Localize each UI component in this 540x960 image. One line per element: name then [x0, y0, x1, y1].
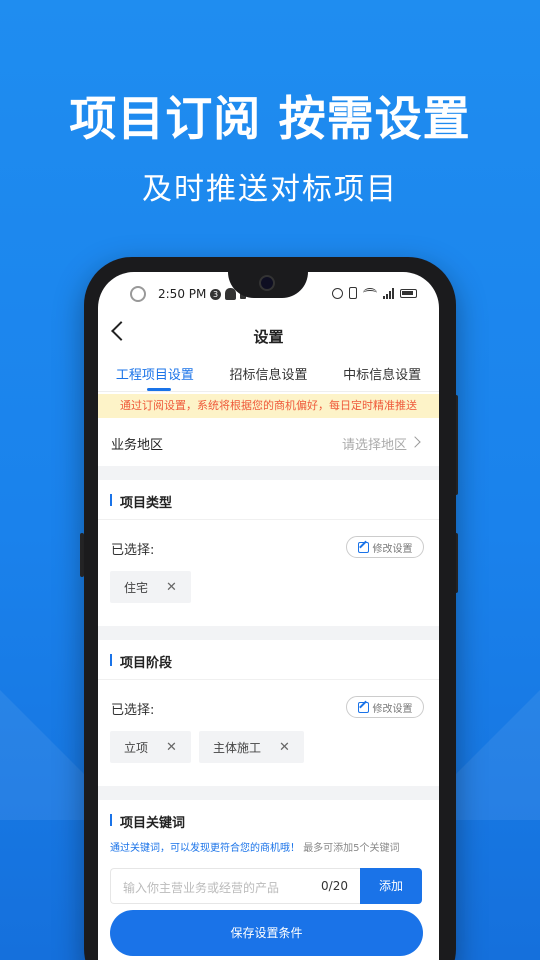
save-settings-button[interactable]: 保存设置条件 — [110, 910, 423, 956]
notification-badge: 3 — [210, 289, 221, 300]
chevron-right-icon — [409, 436, 421, 448]
section-accent-bar — [110, 494, 112, 506]
project-type-edit-button[interactable]: 修改设置 — [346, 536, 424, 558]
tab-award-settings[interactable]: 中标信息设置 — [325, 358, 439, 391]
keyword-counter: 0/20 — [321, 879, 348, 893]
project-type-chip[interactable]: 住宅 ✕ — [110, 571, 191, 603]
section-divider — [98, 786, 439, 800]
home-circle-icon — [130, 286, 146, 302]
project-stage-edit-button[interactable]: 修改设置 — [346, 696, 424, 718]
nav-bar: 设置 — [98, 316, 439, 356]
hero-title: 项目订阅 按需设置 — [69, 92, 471, 147]
tab-project-settings[interactable]: 工程项目设置 — [98, 358, 212, 391]
section-accent-bar — [110, 814, 112, 826]
edit-icon — [357, 701, 369, 713]
notice-banner: 通过订阅设置，系统将根据您的商机偏好，每日定时精准推送 — [98, 394, 439, 418]
camera-icon — [259, 275, 275, 291]
edit-icon — [357, 541, 369, 553]
section-divider — [98, 466, 439, 480]
vibrate-icon — [349, 287, 357, 299]
project-stage-chip[interactable]: 立项 ✕ — [110, 731, 191, 763]
status-icons — [332, 287, 417, 299]
chip-label: 住宅 — [124, 580, 149, 595]
edit-button-label: 修改设置 — [372, 703, 413, 715]
keywords-hint-limit: 最多可添加5个关键词 — [303, 843, 400, 854]
chip-label: 立项 — [124, 740, 149, 755]
alarm-icon — [332, 287, 343, 299]
chip-label: 主体施工 — [213, 740, 262, 755]
keyword-input-placeholder: 输入你主营业务或经营的产品 — [123, 881, 280, 895]
section-accent-bar — [110, 654, 112, 666]
close-icon[interactable]: ✕ — [279, 740, 290, 755]
close-icon[interactable]: ✕ — [166, 740, 177, 755]
add-keyword-button[interactable]: 添加 — [360, 868, 422, 904]
signal-icon — [383, 287, 394, 299]
project-type-title: 项目类型 — [120, 496, 173, 511]
keywords-hint-primary: 通过关键词，可以发现更符合您的商机哦！ — [110, 843, 300, 854]
region-placeholder: 请选择地区 — [341, 438, 407, 453]
status-time: 2:50 PM — [158, 287, 207, 301]
project-type-selected-label: 已选择: — [111, 543, 155, 558]
region-row[interactable]: 业务地区 请选择地区 — [98, 420, 439, 466]
settings-tabs: 工程项目设置 招标信息设置 中标信息设置 — [98, 358, 439, 392]
phone-screen: 2:50 PM 3 设置 工程项目设置 招标信息设置 中标信息设置 通过订阅设置… — [98, 272, 439, 960]
page-title: 设置 — [253, 328, 284, 346]
project-type-header: 项目类型 — [98, 480, 439, 520]
keywords-title: 项目关键词 — [120, 816, 186, 831]
project-stage-title: 项目阶段 — [120, 656, 173, 671]
hero-subtitle: 及时推送对标项目 — [142, 172, 398, 207]
edit-button-label: 修改设置 — [372, 543, 413, 555]
keywords-hint: 通过关键词，可以发现更符合您的商机哦！ 最多可添加5个关键词 — [110, 839, 400, 854]
tab-tender-settings[interactable]: 招标信息设置 — [212, 358, 326, 391]
battery-icon — [400, 288, 417, 298]
project-stage-selected-label: 已选择: — [111, 703, 155, 718]
keywords-header: 项目关键词 — [98, 800, 439, 840]
region-label: 业务地区 — [111, 438, 164, 453]
wifi-icon — [363, 288, 377, 298]
section-divider — [98, 626, 439, 640]
project-stage-header: 项目阶段 — [98, 640, 439, 680]
close-icon[interactable]: ✕ — [166, 580, 177, 595]
keyword-input[interactable]: 输入你主营业务或经营的产品 0/20 — [110, 868, 360, 904]
project-stage-chip[interactable]: 主体施工 ✕ — [199, 731, 304, 763]
